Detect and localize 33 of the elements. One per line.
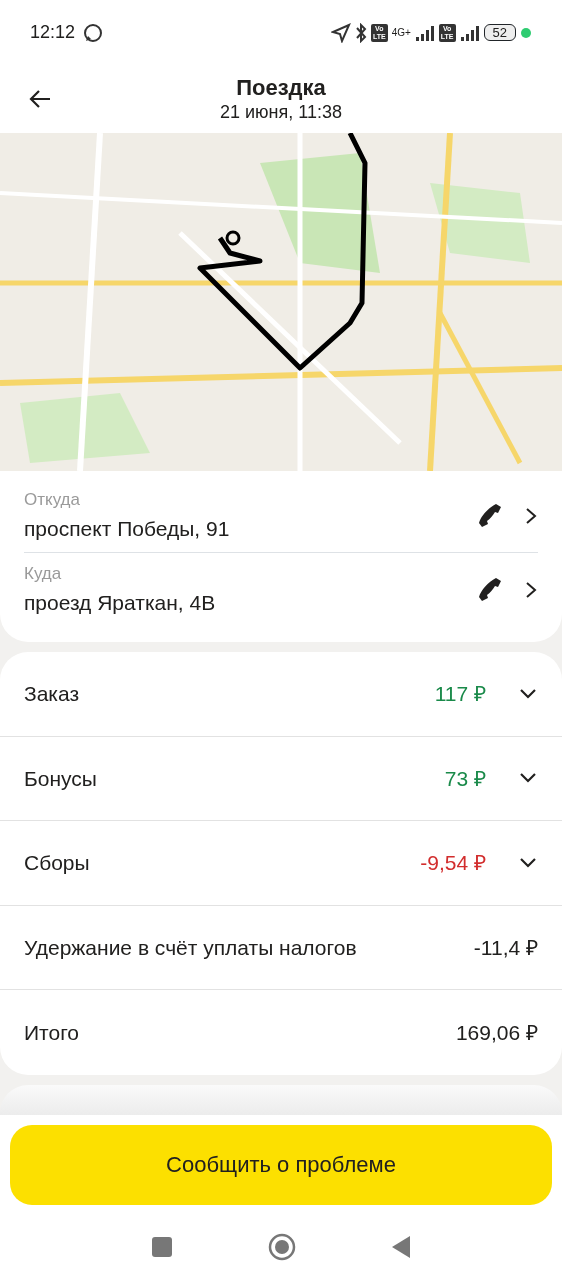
destination-label: Куда	[24, 563, 63, 585]
status-time: 12:12	[30, 21, 76, 44]
address-text: проезд Яраткан, 4В	[24, 589, 217, 616]
signal-icon	[459, 24, 480, 41]
chat-app-icon	[83, 22, 104, 43]
chevron-down-icon[interactable]	[518, 855, 538, 870]
amount-text: -9,54 ₽	[420, 850, 486, 876]
amount-text: 117 ₽	[434, 681, 486, 707]
trip-date: 21 июня, 11:38	[220, 101, 342, 123]
back-triangle-icon[interactable]	[391, 1234, 411, 1259]
network-label: 4G+	[391, 26, 411, 40]
amount-text: 73 ₽	[444, 765, 486, 792]
status-dot-icon	[520, 26, 532, 39]
chevron-down-icon[interactable]	[518, 686, 538, 701]
page-title: Поездка	[235, 75, 327, 101]
signal-icon	[414, 24, 435, 41]
chevron-right-icon[interactable]	[524, 579, 538, 600]
chevron-right-icon[interactable]	[524, 505, 538, 526]
summary-label: Заказ	[24, 681, 81, 707]
recents-square-icon[interactable]	[151, 1235, 173, 1258]
summary-label: Бонусы	[24, 765, 98, 792]
report-problem-button[interactable]: Сообщить о проблеме	[10, 1124, 552, 1205]
home-circle-icon[interactable]	[268, 1232, 296, 1261]
amount-text: -11,4 ₽	[473, 934, 538, 961]
summary-label: Удержание в счёт уплаты налогов	[24, 934, 358, 961]
bluetooth-icon	[354, 22, 367, 43]
origin-label: Откуда	[24, 489, 81, 511]
amount-text: 169,06 ₽	[455, 1019, 538, 1046]
summary-label: Сборы	[24, 850, 91, 876]
address-text: проспект Победы, 91	[24, 515, 231, 542]
summary-label: Итого	[24, 1019, 81, 1046]
battery-indicator: 52	[483, 24, 516, 41]
location-arrow-icon	[330, 22, 351, 43]
